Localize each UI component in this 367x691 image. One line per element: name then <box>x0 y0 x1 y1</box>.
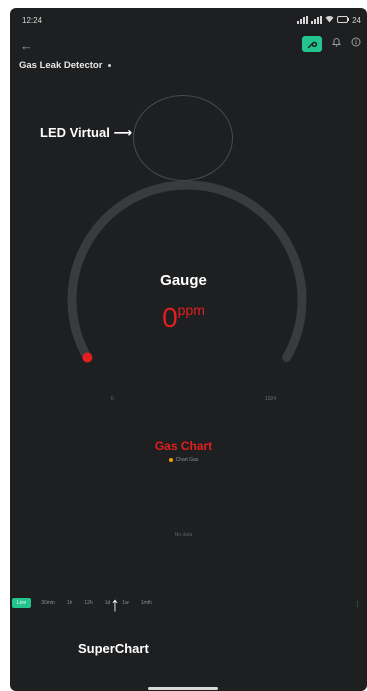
period-live[interactable]: Live <box>12 598 32 608</box>
period-1h[interactable]: 1h <box>65 598 75 608</box>
period-30min[interactable]: 30min <box>39 598 57 608</box>
gauge-min-label: 0 <box>111 396 114 402</box>
legend-swatch <box>168 457 173 462</box>
home-indicator[interactable] <box>148 687 218 690</box>
gauge-widget <box>67 180 307 363</box>
chart-title: Gas Chart <box>154 439 213 453</box>
gauge-unit: ppm <box>177 302 205 318</box>
period-1w[interactable]: 1w <box>120 598 130 608</box>
chart-period-selector: Live 30min 1h 12h 1d 1w 1mth <box>12 598 154 608</box>
superchart-annotation: SuperChart <box>78 641 149 656</box>
period-1mth[interactable]: 1mth <box>139 598 154 608</box>
arrow-up-icon: ↑ <box>110 594 120 616</box>
gauge-value-display: 0ppm <box>0 302 367 334</box>
period-12h[interactable]: 12h <box>82 598 94 608</box>
gauge-title: Gauge <box>160 272 207 289</box>
chart-legend: Chart Gas <box>0 457 367 463</box>
gauge-value-marker <box>82 352 93 363</box>
gauge-value: 0 <box>162 302 178 333</box>
gauge-max-label: 1024 <box>265 396 277 402</box>
legend-label: Chart Gas <box>175 457 199 463</box>
chart-menu-icon[interactable]: ⋮ <box>354 600 361 608</box>
chart-no-data: No data <box>174 532 193 538</box>
